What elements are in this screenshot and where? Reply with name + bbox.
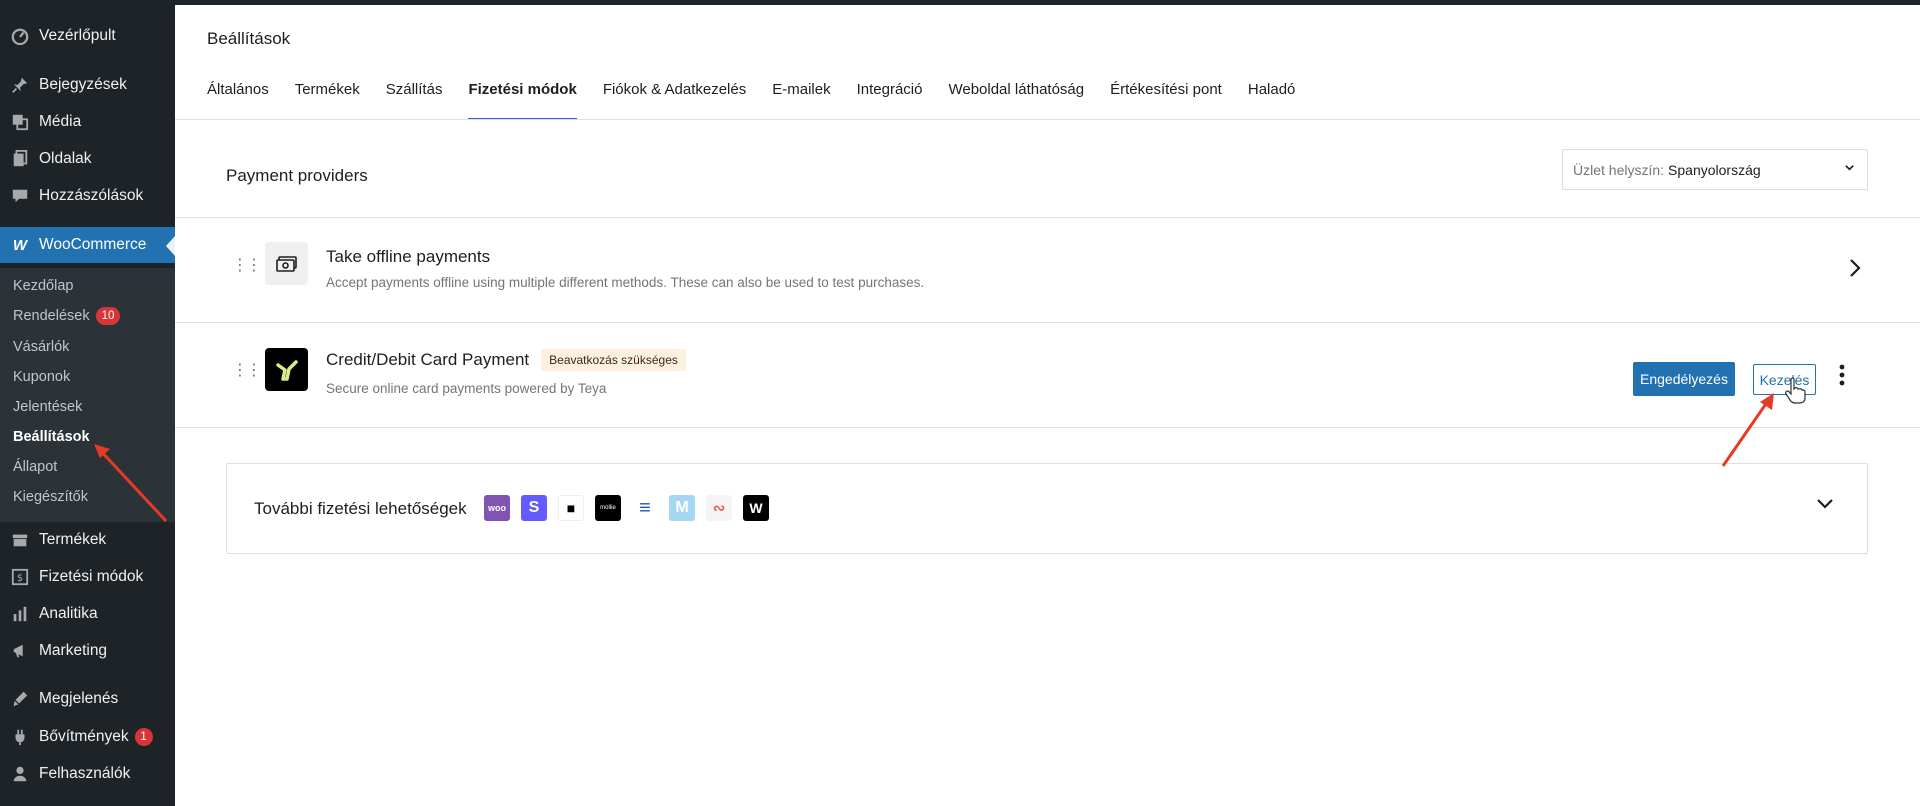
- tab-shipping[interactable]: Szállítás: [386, 71, 443, 120]
- sidebar-item-media[interactable]: Média: [0, 104, 175, 140]
- enable-button[interactable]: Engedélyezés: [1633, 362, 1735, 396]
- sidebar-item-users[interactable]: Felhasználók: [0, 756, 175, 792]
- hand-cursor-icon: [1785, 377, 1806, 404]
- tab-accounts-privacy[interactable]: Fiókok & Adatkezelés: [603, 71, 746, 120]
- more-payment-options-title: További fizetési lehetőségek: [254, 499, 467, 518]
- card-payment-title-row: Credit/Debit Card Payment Beavatkozás sz…: [326, 349, 686, 371]
- chevron-down-icon[interactable]: [1816, 494, 1834, 515]
- sidebar-item-marketing[interactable]: Marketing: [0, 633, 175, 669]
- offline-payment-icon: [265, 242, 308, 285]
- mollie-logo-icon: mollie: [595, 495, 621, 521]
- tab-point-of-sale[interactable]: Értékesítési pont: [1110, 71, 1222, 120]
- brush-icon: [10, 689, 30, 709]
- submenu-item-home[interactable]: Kezdőlap: [13, 274, 73, 298]
- sidebar-item-payments[interactable]: $ Fizetési módok: [0, 559, 175, 595]
- media-icon: [10, 112, 30, 132]
- tab-general[interactable]: Általános: [207, 71, 269, 120]
- card-payment-desc: Secure online card payments powered by T…: [326, 381, 607, 396]
- sidebar-item-pages[interactable]: Oldalak: [0, 141, 175, 177]
- sidebar-item-plugins[interactable]: Bővítmények 1: [0, 719, 175, 755]
- more-payment-options-card[interactable]: További fizetési lehetőségek woo S ■ mol…: [226, 463, 1868, 554]
- store-location-select[interactable]: Üzlet helyszín: Spanyolország: [1562, 149, 1868, 190]
- submenu-item-settings[interactable]: Beállítások: [13, 425, 90, 449]
- dashboard-icon: [10, 26, 30, 46]
- sidebar-item-posts[interactable]: Bejegyzések: [0, 67, 175, 103]
- orders-count-badge: 10: [95, 307, 121, 325]
- more-options-icon[interactable]: [1838, 363, 1846, 392]
- tabs-divider: [175, 119, 1920, 120]
- chevron-right-icon[interactable]: [1848, 257, 1862, 285]
- woo-logo-icon: woo: [484, 495, 510, 521]
- submenu-item-reports[interactable]: Jelentések: [13, 395, 82, 419]
- divider: [175, 322, 1920, 323]
- products-icon: [10, 530, 30, 550]
- bank-logo-icon: ≡: [632, 495, 658, 521]
- pages-icon: [10, 149, 30, 169]
- sidebar-item-dashboard[interactable]: Vezérlőpult: [0, 18, 175, 54]
- woocommerce-submenu: Kezdőlap Rendelések 10 Vásárlók Kuponok J…: [0, 268, 175, 522]
- sidebar-item-analytics[interactable]: Analitika: [0, 596, 175, 632]
- submenu-item-status[interactable]: Állapot: [13, 455, 57, 479]
- card-payment-title: Credit/Debit Card Payment: [326, 350, 530, 369]
- chevron-down-icon: [1844, 162, 1855, 176]
- plugins-icon: [10, 727, 30, 747]
- comments-icon: [10, 186, 30, 206]
- action-needed-badge: Beavatkozás szükséges: [541, 349, 686, 371]
- pin-icon: [10, 75, 30, 95]
- settings-main: Beállítások Általános Termékek Szállítás…: [175, 5, 1920, 806]
- drag-handle-icon[interactable]: ⋮⋮: [232, 360, 262, 380]
- admin-sidebar: Vezérlőpult Bejegyzések Média Oldalak Ho…: [0, 0, 175, 806]
- m-logo-icon: M: [669, 495, 695, 521]
- divider: [175, 427, 1920, 428]
- payments-icon: $: [10, 567, 30, 587]
- sidebar-item-comments[interactable]: Hozzászólások: [0, 178, 175, 214]
- submenu-item-coupons[interactable]: Kuponok: [13, 365, 70, 389]
- tab-integration[interactable]: Integráció: [857, 71, 923, 120]
- w-logo-icon: W: [743, 495, 769, 521]
- tab-site-visibility[interactable]: Weboldal láthatóság: [948, 71, 1084, 120]
- offline-payments-title: Take offline payments: [326, 247, 491, 266]
- submenu-item-customers[interactable]: Vásárlók: [13, 335, 69, 359]
- tab-advanced[interactable]: Haladó: [1248, 71, 1296, 120]
- submenu-item-orders[interactable]: Rendelések 10: [13, 304, 121, 328]
- active-menu-arrow: [166, 236, 175, 256]
- square-logo-icon: ■: [558, 495, 584, 521]
- stripe-logo-icon: S: [521, 495, 547, 521]
- payment-providers-title: Payment providers: [226, 166, 368, 185]
- users-icon: [10, 764, 30, 784]
- teya-logo-icon: [265, 348, 308, 391]
- payment-logos: woo S ■ mollie ≡ M ∾ W: [484, 495, 780, 521]
- svg-text:$: $: [17, 573, 23, 584]
- tab-emails[interactable]: E-mailek: [772, 71, 830, 120]
- sidebar-item-woocommerce[interactable]: W WooCommerce: [0, 227, 175, 263]
- submenu-item-extensions[interactable]: Kiegészítők: [13, 485, 88, 509]
- tab-payments[interactable]: Fizetési módok: [468, 71, 578, 120]
- store-location-value: Spanyolország: [1668, 161, 1761, 178]
- megaphone-icon: [10, 641, 30, 661]
- tab-products[interactable]: Termékek: [295, 71, 360, 120]
- drag-handle-icon[interactable]: ⋮⋮: [232, 255, 262, 275]
- plugins-update-badge: 1: [134, 728, 153, 746]
- sidebar-item-products[interactable]: Termékek: [0, 522, 175, 558]
- divider: [175, 217, 1920, 218]
- sidebar-item-appearance[interactable]: Megjelenés: [0, 681, 175, 717]
- woocommerce-icon: W: [12, 236, 28, 254]
- offline-payments-desc: Accept payments offline using multiple d…: [326, 275, 925, 290]
- analytics-icon: [10, 604, 30, 624]
- wave-logo-icon: ∾: [706, 495, 732, 521]
- page-title: Beállítások: [207, 29, 291, 48]
- settings-tabs: Általános Termékek Szállítás Fizetési mó…: [207, 71, 1321, 120]
